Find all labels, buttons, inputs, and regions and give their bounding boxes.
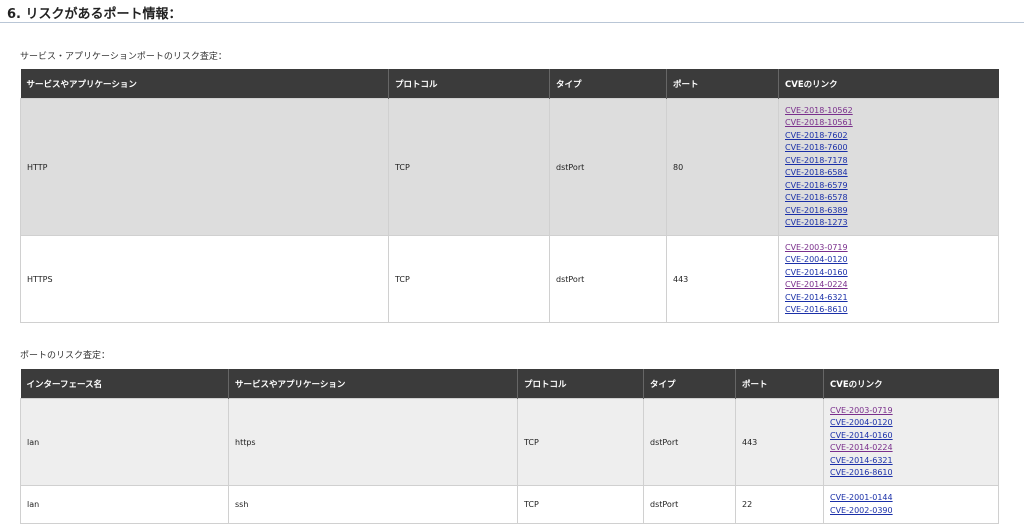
cve-links-cell: CVE-2018-10562 CVE-2018-10561 CVE-2018-7… — [778, 98, 999, 236]
cve-link[interactable]: CVE-2016-8610 — [785, 304, 992, 317]
type-cell: dstPort — [643, 398, 736, 486]
cve-link[interactable]: CVE-2014-0160 — [830, 430, 992, 443]
column-header: ポート — [666, 69, 779, 99]
table-row: lan https TCP dstPort 443 CVE-2003-0719 … — [20, 398, 999, 486]
cve-links-cell: CVE-2003-0719 CVE-2004-0120 CVE-2014-016… — [778, 235, 999, 323]
cve-link[interactable]: CVE-2018-10562 — [785, 105, 992, 118]
cve-link[interactable]: CVE-2014-0160 — [785, 267, 992, 280]
protocol-cell: TCP — [517, 485, 644, 524]
table1-caption: サービス・アプリケーションポートのリスク査定： — [20, 52, 227, 62]
cve-links-cell: CVE-2001-0144 CVE-2002-0390 — [823, 485, 999, 524]
cve-link[interactable]: CVE-2018-6578 — [785, 192, 992, 205]
cve-link[interactable]: CVE-2004-0120 — [785, 254, 992, 267]
port-cell: 80 — [666, 98, 779, 236]
cve-link[interactable]: CVE-2014-6321 — [830, 455, 992, 468]
table-row: HTTP TCP dstPort 80 CVE-2018-10562 CVE-2… — [20, 98, 999, 236]
column-header: インターフェース名 — [20, 369, 229, 399]
service-cell: HTTP — [20, 98, 389, 236]
type-cell: dstPort — [549, 98, 667, 236]
cve-link[interactable]: CVE-2018-7178 — [785, 155, 992, 168]
port-risk-table: インターフェース名 サービスやアプリケーション プロトコル タイプ ポート CV… — [20, 369, 999, 524]
table-header-row: インターフェース名 サービスやアプリケーション プロトコル タイプ ポート CV… — [20, 369, 999, 399]
column-header: タイプ — [549, 69, 667, 99]
service-port-risk-table: サービスやアプリケーション プロトコル タイプ ポート CVEのリンク HTTP… — [20, 69, 999, 323]
column-header: CVEのリンク — [778, 69, 999, 99]
column-header: サービスやアプリケーション — [20, 69, 389, 99]
cve-link[interactable]: CVE-2018-6389 — [785, 205, 992, 218]
table2-caption: ポートのリスク査定： — [20, 351, 111, 361]
service-cell: ssh — [228, 485, 518, 524]
service-cell: https — [228, 398, 518, 486]
protocol-cell: TCP — [517, 398, 644, 486]
protocol-cell: TCP — [388, 98, 550, 236]
cve-link[interactable]: CVE-2004-0120 — [830, 417, 992, 430]
title-divider — [0, 22, 1024, 23]
port-cell: 22 — [735, 485, 824, 524]
section-title: 6. リスクがあるポート情報： — [7, 7, 182, 22]
port-cell: 443 — [735, 398, 824, 486]
table-header-row: サービスやアプリケーション プロトコル タイプ ポート CVEのリンク — [20, 69, 999, 99]
column-header: タイプ — [643, 369, 736, 399]
interface-cell: lan — [20, 485, 229, 524]
column-header: プロトコル — [517, 369, 644, 399]
cve-links-cell: CVE-2003-0719 CVE-2004-0120 CVE-2014-016… — [823, 398, 999, 486]
table-row: HTTPS TCP dstPort 443 CVE-2003-0719 CVE-… — [20, 235, 999, 323]
type-cell: dstPort — [549, 235, 667, 323]
cve-link[interactable]: CVE-2014-6321 — [785, 292, 992, 305]
cve-link[interactable]: CVE-2003-0719 — [785, 242, 992, 255]
column-header: ポート — [735, 369, 824, 399]
port-cell: 443 — [666, 235, 779, 323]
cve-link[interactable]: CVE-2018-7602 — [785, 130, 992, 143]
cve-link[interactable]: CVE-2018-10561 — [785, 117, 992, 130]
cve-link[interactable]: CVE-2001-0144 — [830, 492, 992, 505]
table-row: lan ssh TCP dstPort 22 CVE-2001-0144 CVE… — [20, 485, 999, 524]
type-cell: dstPort — [643, 485, 736, 524]
column-header: CVEのリンク — [823, 369, 999, 399]
cve-link[interactable]: CVE-2014-0224 — [785, 279, 992, 292]
protocol-cell: TCP — [388, 235, 550, 323]
cve-link[interactable]: CVE-2018-7600 — [785, 142, 992, 155]
cve-link[interactable]: CVE-2018-6584 — [785, 167, 992, 180]
interface-cell: lan — [20, 398, 229, 486]
cve-link[interactable]: CVE-2014-0224 — [830, 442, 992, 455]
service-cell: HTTPS — [20, 235, 389, 323]
cve-link[interactable]: CVE-2003-0719 — [830, 405, 992, 418]
column-header: サービスやアプリケーション — [228, 369, 518, 399]
cve-link[interactable]: CVE-2018-1273 — [785, 217, 992, 230]
cve-link[interactable]: CVE-2018-6579 — [785, 180, 992, 193]
column-header: プロトコル — [388, 69, 550, 99]
cve-link[interactable]: CVE-2016-8610 — [830, 467, 992, 480]
cve-link[interactable]: CVE-2002-0390 — [830, 505, 992, 518]
